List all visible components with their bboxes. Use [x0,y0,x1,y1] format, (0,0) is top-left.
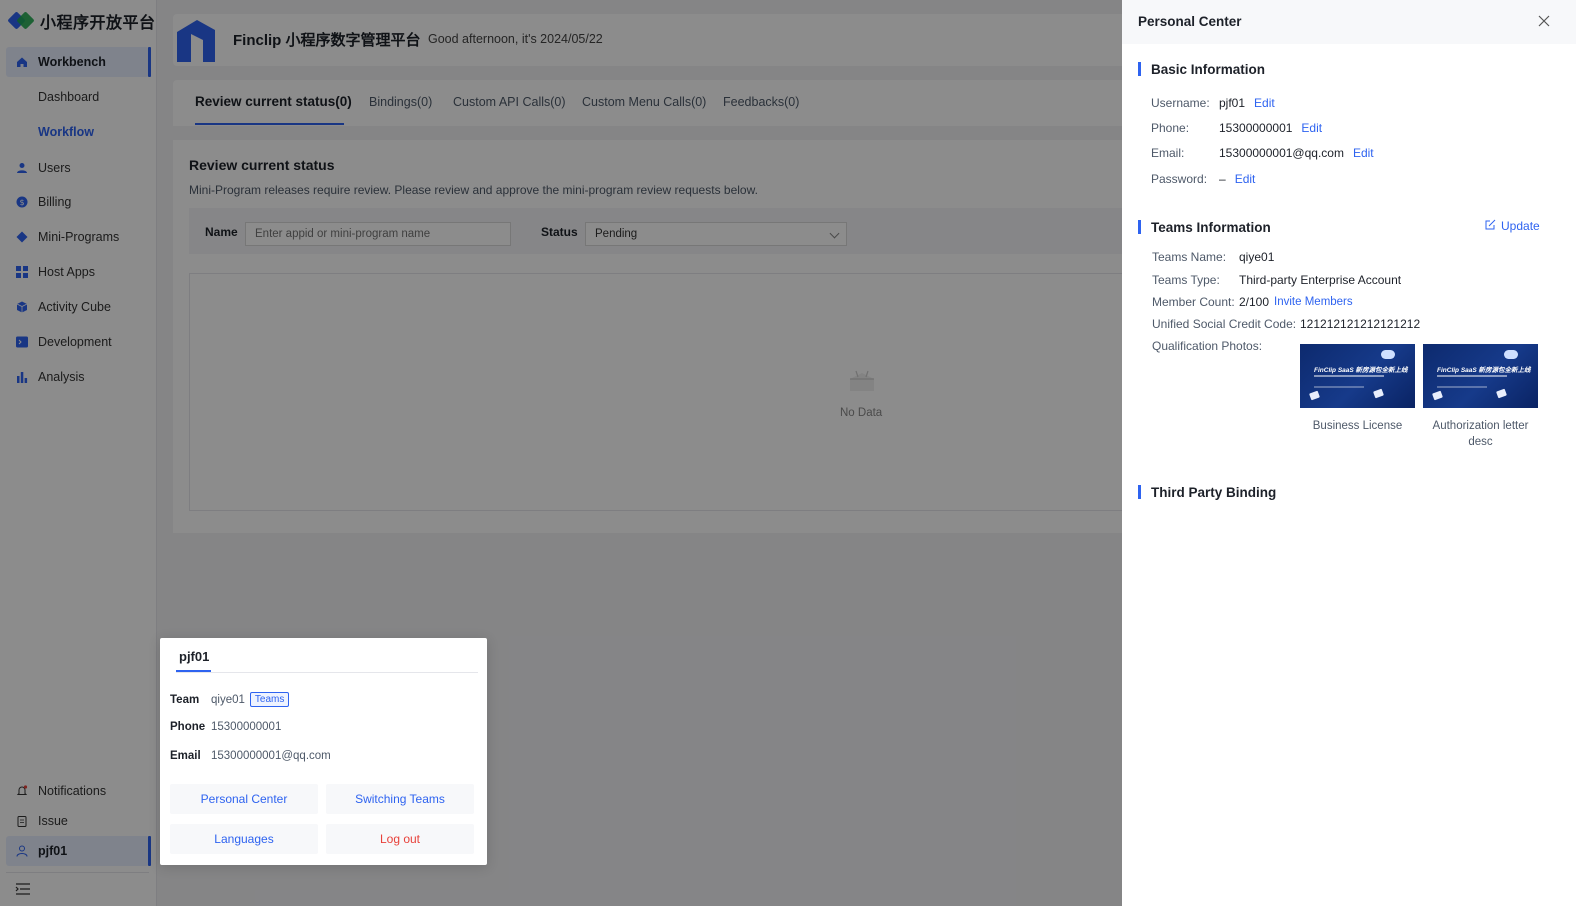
personal-center-button[interactable]: Personal Center [170,784,318,814]
photo-text-line [1437,386,1487,388]
credit-code-value: 121212121212121212 [1300,317,1421,331]
section-accent-bar [1138,485,1141,499]
teams-info-heading: Teams Information [1138,219,1271,235]
email-row: Email: 15300000001@qq.com Edit [1151,146,1374,160]
card-icon [1309,390,1320,401]
username-row: Username: pjf01 Edit [1151,96,1275,110]
update-label: Update [1501,219,1540,233]
drawer-header: Personal Center [1122,0,1576,44]
photo-headline: FinClip SaaS 新房源包全新上线 [1437,367,1531,374]
invite-members-link[interactable]: Invite Members [1274,296,1353,308]
phone-value: 15300000001 [211,721,282,733]
user-popover: pjf01 Team qiye01 Teams Phone 1530000000… [160,638,487,865]
authorization-letter-caption: Authorization letter desc [1432,420,1529,448]
photo-text-line [1314,375,1384,377]
update-teams-button[interactable]: Update [1485,219,1540,233]
card-icon [1432,390,1443,401]
member-count-row: Member Count: 2/100 Invite Members [1152,295,1353,309]
teams-badge[interactable]: Teams [249,692,290,707]
photo-text-line [1437,375,1507,377]
switching-teams-button[interactable]: Switching Teams [326,784,474,814]
third-party-binding-heading: Third Party Binding [1138,484,1276,500]
password-row: Password: – Edit [1151,172,1255,186]
team-value: qiye01 [211,693,245,706]
phone-value: 15300000001 [1219,121,1293,135]
username-value: pjf01 [1219,96,1246,110]
log-out-button[interactable]: Log out [326,824,474,854]
popover-tab-divider [176,672,478,673]
qualification-photos-row: Qualification Photos: [1152,339,1262,353]
close-icon[interactable] [1537,14,1551,28]
photo-text-line [1314,386,1364,388]
popover-tab-username[interactable]: pjf01 [179,649,209,664]
cloud-icon [1381,350,1395,359]
qualification-photos-label: Qualification Photos: [1152,339,1263,353]
phone-row: Phone: 15300000001 Edit [1151,121,1322,135]
edit-username-link[interactable]: Edit [1254,96,1275,110]
phone-label: Phone: [1151,121,1190,135]
member-count-value: 2/100 [1239,295,1270,309]
authorization-letter-photo[interactable]: FinClip SaaS 新房源包全新上线 [1423,344,1538,408]
edit-password-link[interactable]: Edit [1235,172,1256,186]
photo-headline: FinClip SaaS 新房源包全新上线 [1314,367,1408,374]
teams-type-value: Third-party Enterprise Account [1239,273,1402,287]
username-label: Username: [1151,96,1210,110]
popover-phone-row: Phone 15300000001 [170,721,281,733]
team-label: Team [170,693,200,706]
phone-label: Phone [170,721,206,733]
popover-tab-indicator [176,670,211,672]
section-accent-bar [1138,220,1141,234]
section-title: Teams Information [1151,219,1271,235]
languages-button[interactable]: Languages [170,824,318,854]
card-icon [1373,388,1384,399]
email-label: Email: [1151,146,1185,160]
business-license-caption: Business License [1312,420,1403,432]
edit-email-link[interactable]: Edit [1353,146,1374,160]
credit-code-row: Unified Social Credit Code: 121212121212… [1152,317,1420,331]
password-value: – [1219,172,1226,186]
cloud-icon [1504,350,1518,359]
teams-name-label: Teams Name: [1152,250,1227,264]
section-accent-bar [1138,62,1141,76]
email-value: 15300000001@qq.com [1219,146,1344,160]
password-label: Password: [1151,172,1208,186]
member-count-label: Member Count: [1152,295,1235,309]
edit-phone-link[interactable]: Edit [1301,121,1322,135]
section-title: Third Party Binding [1151,484,1277,500]
personal-center-drawer: Personal Center Basic Information Userna… [1122,0,1576,906]
drawer-title: Personal Center [1138,14,1242,29]
teams-type-label: Teams Type: [1152,273,1220,287]
teams-type-row: Teams Type: Third-party Enterprise Accou… [1152,273,1401,287]
teams-name-row: Teams Name: qiye01 [1152,250,1274,264]
basic-info-heading: Basic Information [1138,61,1265,77]
popover-email-row: Email 15300000001@qq.com [170,750,331,762]
email-label: Email [170,750,201,762]
business-license-photo[interactable]: FinClip SaaS 新房源包全新上线 [1300,344,1415,408]
popover-team-row: Team qiye01 Teams [170,692,290,707]
edit-icon [1485,219,1496,233]
credit-code-label: Unified Social Credit Code: [1152,317,1297,331]
teams-name-value: qiye01 [1239,250,1275,264]
card-icon [1496,388,1507,399]
section-title: Basic Information [1151,61,1266,77]
email-value: 15300000001@qq.com [211,750,331,762]
